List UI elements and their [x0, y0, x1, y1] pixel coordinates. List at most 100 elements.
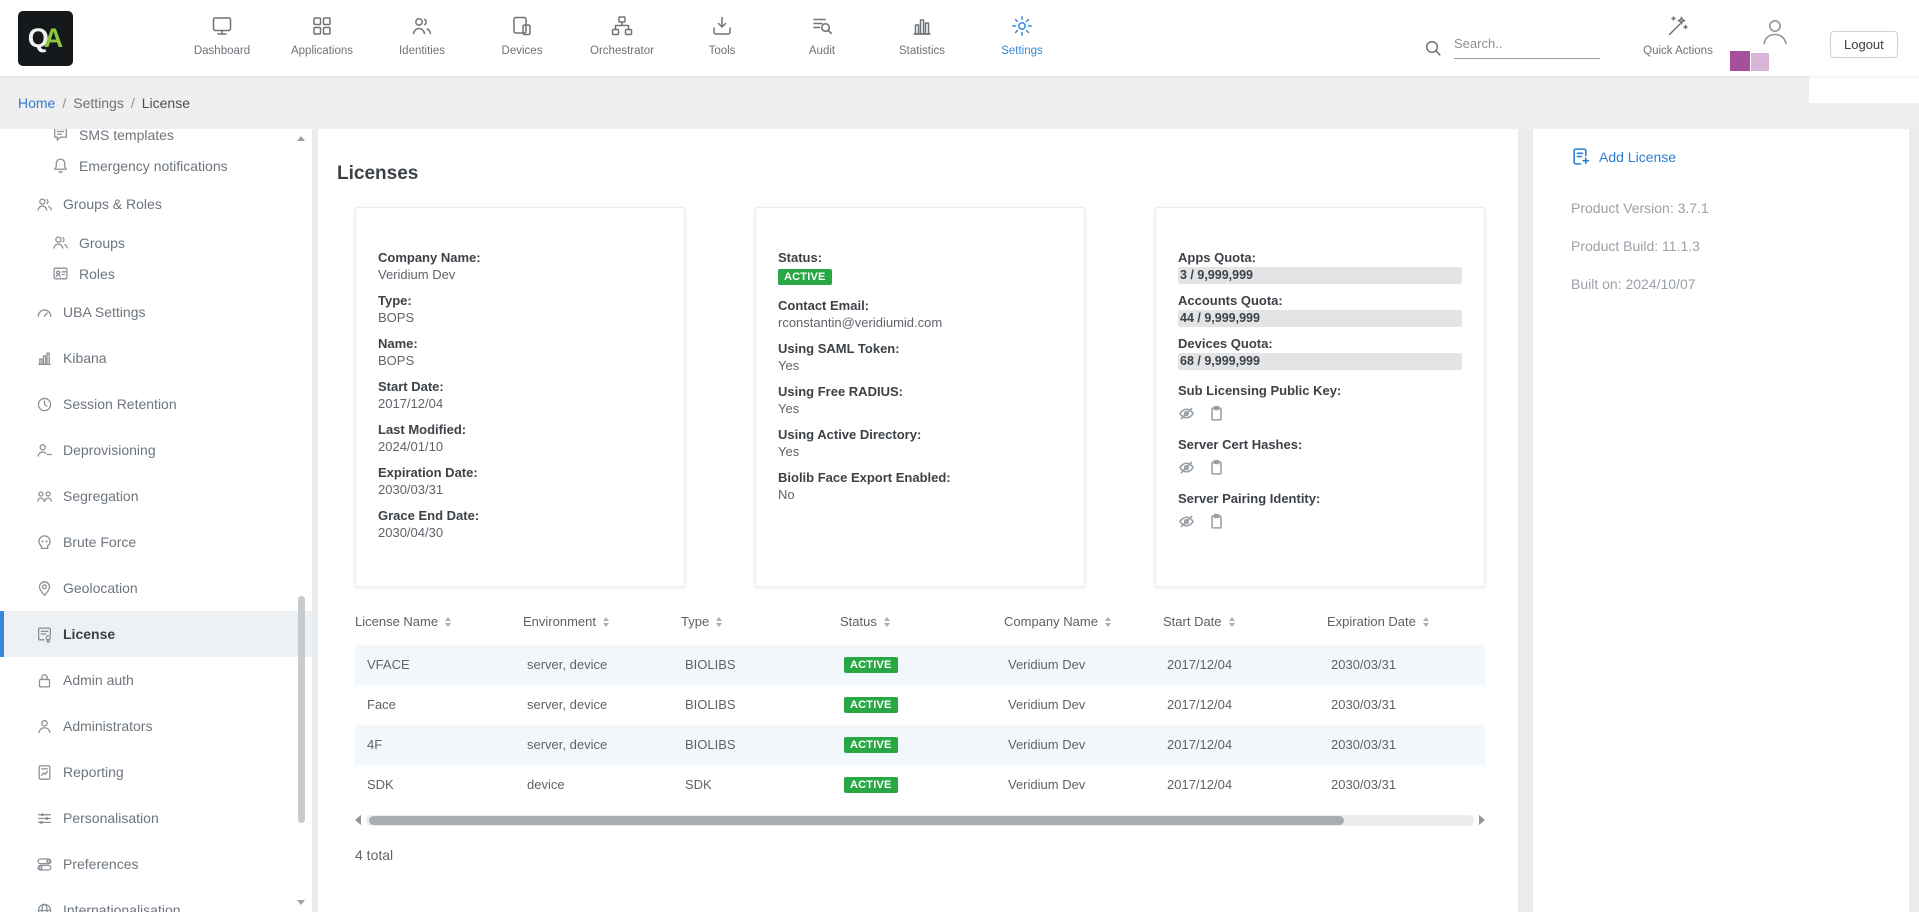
sidebar-item-brute-force[interactable]: Brute Force: [0, 519, 312, 565]
eye-off-icon[interactable]: [1178, 513, 1195, 530]
scroll-right-icon[interactable]: [1479, 815, 1485, 825]
sidebar-item-session-retention[interactable]: Session Retention: [0, 381, 312, 427]
monitor-icon: [210, 14, 234, 38]
search-icon[interactable]: [1424, 39, 1442, 57]
sidebar-item-emergency-notifications[interactable]: Emergency notifications: [0, 150, 312, 181]
bar-chart-icon: [36, 350, 53, 367]
nav-label: Audit: [809, 45, 835, 57]
nav-item-applications[interactable]: Applications: [272, 0, 372, 76]
sidebar-item-label: Geolocation: [63, 580, 138, 596]
quick-actions-button[interactable]: Quick Actions: [1638, 14, 1718, 57]
cell-status: ACTIVE: [840, 696, 1004, 713]
clipboard-icon[interactable]: [1208, 459, 1225, 476]
clipboard-icon[interactable]: [1208, 513, 1225, 530]
clipboard-icon[interactable]: [1208, 405, 1225, 422]
nav-item-devices[interactable]: Devices: [472, 0, 572, 76]
main-nav: Dashboard Applications Identities Device…: [172, 0, 1072, 76]
sort-icon: [716, 617, 722, 627]
nav-corner-panel: [1809, 76, 1919, 103]
toggles-icon: [36, 856, 53, 873]
search-input[interactable]: [1454, 36, 1600, 59]
nav-item-orchestrator[interactable]: Orchestrator: [572, 0, 672, 76]
product-info: Product Version: 3.7.1 Product Build: 11…: [1571, 200, 1879, 292]
sidebar-item-uba-settings[interactable]: UBA Settings: [0, 289, 312, 335]
sidebar-item-roles[interactable]: Roles: [0, 258, 312, 289]
clock-icon: [36, 396, 53, 413]
nav-item-tools[interactable]: Tools: [672, 0, 772, 76]
sidebar-list: SMS templates Emergency notifications Gr…: [0, 129, 312, 912]
sort-icon: [1105, 617, 1111, 627]
breadcrumb-settings-link[interactable]: Settings: [73, 95, 124, 111]
sidebar-scroll-up-icon[interactable]: [297, 136, 305, 141]
sidebar-scrollbar-thumb[interactable]: [298, 596, 305, 823]
apps-grid-icon: [310, 14, 334, 38]
table-row-4f[interactable]: 4F server, device BIOLIBS ACTIVE Veridiu…: [355, 725, 1485, 765]
licenses-table: License Name Environment Type Status Com…: [355, 607, 1485, 805]
user-avatar-icon[interactable]: [1758, 15, 1792, 49]
cell-environment: server, device: [523, 697, 681, 712]
table-row-vface[interactable]: VFACE server, device BIOLIBS ACTIVE Veri…: [355, 645, 1485, 685]
nav-label: Orchestrator: [590, 45, 654, 57]
logout-button[interactable]: Logout: [1830, 31, 1898, 58]
sidebar-item-segregation[interactable]: Segregation: [0, 473, 312, 519]
column-header-expiration-date[interactable]: Expiration Date: [1327, 614, 1485, 629]
magic-wand-icon: [1666, 14, 1690, 38]
column-header-type[interactable]: Type: [681, 614, 840, 629]
map-pin-icon: [36, 580, 53, 597]
table-row-sdk[interactable]: SDK device SDK ACTIVE Veridium Dev 2017/…: [355, 765, 1485, 805]
scroll-left-icon[interactable]: [355, 815, 361, 825]
column-header-company-name[interactable]: Company Name: [1004, 614, 1163, 629]
sidebar-item-label: Preferences: [63, 856, 138, 872]
cell-status: ACTIVE: [840, 656, 1004, 673]
logo-letter-a: A: [44, 23, 64, 54]
field-expiration-date: Expiration Date: 2030/03/31: [378, 465, 662, 497]
column-header-status[interactable]: Status: [840, 614, 1004, 629]
sidebar-item-admin-auth[interactable]: Admin auth: [0, 657, 312, 703]
nav-item-audit[interactable]: Audit: [772, 0, 872, 76]
sidebar-item-license[interactable]: License: [0, 611, 312, 657]
cell-status: ACTIVE: [840, 776, 1004, 793]
sidebar-item-label: Deprovisioning: [63, 442, 156, 458]
sidebar-item-groups[interactable]: Groups: [0, 227, 312, 258]
sidebar-item-geolocation[interactable]: Geolocation: [0, 565, 312, 611]
sidebar-item-kibana[interactable]: Kibana: [0, 335, 312, 381]
breadcrumb-home-link[interactable]: Home: [18, 95, 55, 111]
table-horizontal-scrollbar: [355, 815, 1485, 826]
sidebar-item-reporting[interactable]: Reporting: [0, 749, 312, 795]
licenses-panel: Licenses Company Name: Veridium Dev Type…: [318, 129, 1518, 912]
eye-off-icon[interactable]: [1178, 459, 1195, 476]
nav-item-identities[interactable]: Identities: [372, 0, 472, 76]
sidebar-scroll-down-icon[interactable]: [297, 900, 305, 905]
column-header-license-name[interactable]: License Name: [355, 614, 523, 629]
product-version: Product Version: 3.7.1: [1571, 200, 1879, 216]
cell-company: Veridium Dev: [1004, 697, 1163, 712]
cell-environment: device: [523, 777, 681, 792]
cell-type: BIOLIBS: [681, 737, 840, 752]
sidebar-item-personalisation[interactable]: Personalisation: [0, 795, 312, 841]
sidebar-item-groups-roles[interactable]: Groups & Roles: [0, 181, 312, 227]
scrollbar-thumb[interactable]: [369, 816, 1344, 825]
add-license-button[interactable]: Add License: [1571, 147, 1879, 166]
sidebar-item-internationalisation[interactable]: Internationalisation: [0, 887, 312, 912]
report-chart-icon: [36, 764, 53, 781]
sidebar-item-sms-templates[interactable]: SMS templates: [0, 129, 312, 150]
license-details-card: Company Name: Veridium Dev Type: BOPS Na…: [355, 207, 685, 587]
nav-item-dashboard[interactable]: Dashboard: [172, 0, 272, 76]
color-swatch-light: [1751, 53, 1769, 71]
sidebar-item-label: License: [63, 626, 115, 642]
app-logo[interactable]: Q A: [18, 11, 73, 66]
eye-off-icon[interactable]: [1178, 405, 1195, 422]
scrollbar-track[interactable]: [366, 815, 1474, 826]
column-header-environment[interactable]: Environment: [523, 614, 681, 629]
nav-item-settings[interactable]: Settings: [972, 0, 1072, 76]
cell-expiration-date: 2030/03/31: [1327, 777, 1485, 792]
column-header-start-date[interactable]: Start Date: [1163, 614, 1327, 629]
breadcrumb-current-page: License: [142, 95, 190, 111]
bar-chart-icon: [910, 14, 934, 38]
sidebar-item-administrators[interactable]: Administrators: [0, 703, 312, 749]
nav-item-statistics[interactable]: Statistics: [872, 0, 972, 76]
sidebar-item-preferences[interactable]: Preferences: [0, 841, 312, 887]
table-row-face[interactable]: Face server, device BIOLIBS ACTIVE Verid…: [355, 685, 1485, 725]
field-biolib-face-export: Biolib Face Export Enabled: No: [778, 470, 1062, 502]
sidebar-item-deprovisioning[interactable]: Deprovisioning: [0, 427, 312, 473]
